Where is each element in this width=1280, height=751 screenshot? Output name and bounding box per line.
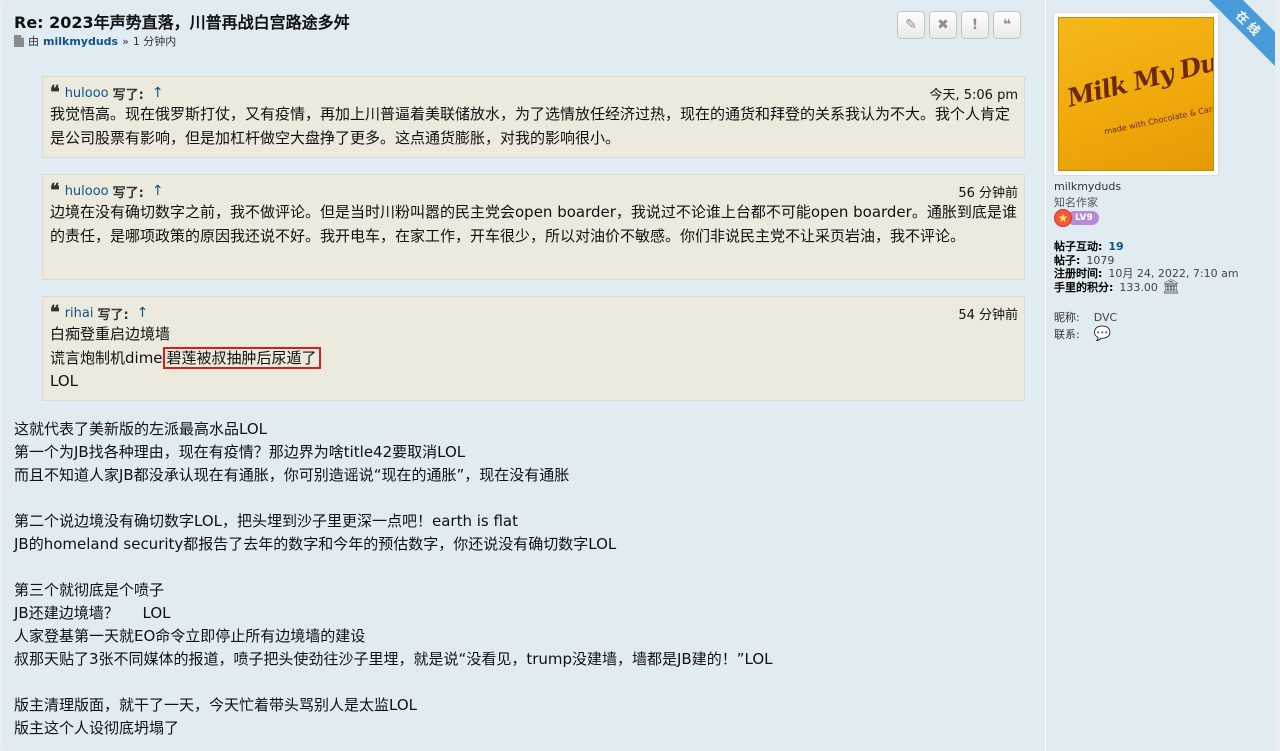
stat-label: 帖子互动: <box>1054 240 1103 253</box>
nickname-label: 昵称: <box>1054 311 1080 324</box>
quote-mark-icon: ❝ <box>50 180 60 201</box>
jump-to-post-icon[interactable]: ↑ <box>152 85 164 101</box>
stat-joined: 注册时间: 10月 24, 2022, 7:10 am <box>1054 267 1239 281</box>
content-line: JB还建边境墙？ LOL <box>14 604 171 622</box>
close-icon: ✖ <box>937 17 949 33</box>
quote-said-label: 写了: <box>112 185 144 201</box>
quote-header: ❝ hulooo 写了: ↑ 今天, 5:06 pm <box>50 83 1018 103</box>
content-line: 人家登基第一天就EO命令立即停止所有边境墙的建设 <box>14 627 366 645</box>
content-line: 这就代表了美新版的左派最高水品LOL <box>14 420 267 438</box>
pencil-icon: ✎ <box>905 17 917 33</box>
author-link[interactable]: milkmyduds <box>43 35 118 48</box>
warning-icon: ! <box>971 17 979 33</box>
quote-line-prefix: 谎言炮制机dime <box>50 348 163 367</box>
content-line: JB的homeland security都报告了去年的数字和今年的预估数字，你还… <box>14 535 617 553</box>
quote-said-label: 写了: <box>112 87 144 103</box>
content-line: 第一个为JB找各种理由，现在有疫情？那边界为啥title42要取消LOL <box>14 443 466 461</box>
stat-interactions: 帖子互动: 19 <box>1054 240 1239 254</box>
avatar[interactable]: Milk My Duds made with Chocolate & Caram… <box>1053 12 1219 176</box>
post-time: 1 分钟内 <box>132 35 177 48</box>
quote-mark-icon: ❝ <box>50 302 60 323</box>
post-body: Re: 2023年声势直落，川普再战白宫路途多舛 由 milkmyduds » … <box>2 0 1037 751</box>
jump-to-post-icon[interactable]: ↑ <box>137 305 149 321</box>
report-button[interactable]: ! <box>961 11 989 39</box>
stat-value-link[interactable]: 19 <box>1108 240 1123 254</box>
post: Re: 2023年声势直落，川普再战白宫路途多舛 由 milkmyduds » … <box>2 0 1275 751</box>
nickname-row: 昵称: DVC <box>1054 309 1117 326</box>
stat-points: 手里的积分: 133.00 🏛 <box>1054 280 1239 295</box>
stat-label: 注册时间: <box>1054 267 1103 280</box>
content-line <box>14 556 1024 579</box>
quote-user-link[interactable]: rihai <box>65 306 94 321</box>
contact-label: 联系: <box>1054 328 1080 341</box>
content-line <box>14 671 1024 694</box>
post-buttons: ✎ ✖ ! ❝ <box>897 11 1021 39</box>
content-line: 版主这个人设彻底坍塌了 <box>14 719 180 737</box>
quote-block-1: ❝ hulooo 写了: ↑ 今天, 5:06 pm 我觉悟高。现在俄罗斯打仗，… <box>42 76 1025 158</box>
by-label: 由 <box>28 35 39 48</box>
quote-text: 边境在没有确切数字之前，我不做评论。但是当时川粉叫嚣的民主党会open boar… <box>50 203 1017 245</box>
avatar-sub-text: made with Chocolate & Caramel <box>1103 100 1214 137</box>
post-profile: Milk My Duds made with Chocolate & Caram… <box>1045 0 1275 751</box>
stat-label: 手里的积分: <box>1054 280 1114 294</box>
content-line: 而且不知道人家JB都没承认现在有通胀，你可别造谣说“现在的通胀”，现在没有通胀 <box>14 466 570 484</box>
content-line: 第二个说边境没有确切数字LOL，把头埋到沙子里更深一点吧！earth is fl… <box>14 512 519 530</box>
chat-icon[interactable]: 💬 <box>1094 326 1111 343</box>
quote-time: 今天, 5:06 pm <box>929 87 1018 103</box>
document-icon <box>14 35 24 47</box>
quote-user-link[interactable]: hulooo <box>65 184 109 199</box>
avatar-brand-text: Milk My Duds <box>1064 40 1214 113</box>
stat-label: 帖子: <box>1054 253 1081 267</box>
quote-icon: ❝ <box>1002 17 1012 33</box>
bank-icon[interactable]: 🏛 <box>1162 280 1180 295</box>
jump-to-post-icon[interactable]: ↑ <box>152 183 164 199</box>
quote-block-2: ❝ hulooo 写了: ↑ 56 分钟前 边境在没有确切数字之前，我不做评论。… <box>42 174 1025 280</box>
contact-row: 联系: 💬 <box>1054 326 1117 343</box>
stat-posts: 帖子: 1079 <box>1054 254 1239 268</box>
profile-username[interactable]: milkmyduds <box>1054 180 1121 193</box>
content-line <box>14 487 1024 510</box>
quote-time: 56 分钟前 <box>958 185 1018 201</box>
delete-button[interactable]: ✖ <box>929 11 957 39</box>
separator: » <box>122 34 129 48</box>
stat-value: 1079 <box>1086 253 1115 267</box>
author-line: 由 milkmyduds » 1 分钟内 <box>14 33 176 49</box>
level-badge: ★ LV9 <box>1054 209 1099 227</box>
content-line: 第三个就彻底是个喷子 <box>14 581 165 599</box>
profile-rank: 知名作家 <box>1054 196 1098 209</box>
quote-line: LOL <box>50 372 78 390</box>
avatar-image: Milk My Duds made with Chocolate & Caram… <box>1058 17 1214 171</box>
nickname-value: DVC <box>1093 311 1118 324</box>
edit-button[interactable]: ✎ <box>897 11 925 39</box>
quote-header: ❝ rihai 写了: ↑ 54 分钟前 <box>50 303 1018 323</box>
profile-stats: 帖子互动: 19 帖子: 1079 注册时间: 10月 24, 2022, 7:… <box>1054 240 1239 294</box>
star-icon: ★ <box>1054 209 1072 227</box>
quote-header: ❝ hulooo 写了: ↑ 56 分钟前 <box>50 181 1018 201</box>
quote-time: 54 分钟前 <box>958 307 1018 323</box>
highlighted-text: 碧莲被叔抽肿后尿遁了 <box>162 346 321 369</box>
quote-text: 白痴登重启边境墙 谎言炮制机dime 碧莲被叔抽肿后尿遁了 LOL <box>50 323 1018 394</box>
content-line: 叔那天贴了3张不同媒体的报道，喷子把头使劲往沙子里埋，就是说“没看见，trump… <box>14 650 773 668</box>
quote-button[interactable]: ❝ <box>993 11 1021 39</box>
quote-line: 谎言炮制机dime 碧莲被叔抽肿后尿遁了 <box>50 346 1018 371</box>
quote-user-link[interactable]: hulooo <box>65 86 109 101</box>
quote-line: 白痴登重启边境墙 <box>50 325 171 343</box>
content-line: 版主清理版面，就干了一天，今天忙着带头骂别人是太监LOL <box>14 696 417 714</box>
quote-mark-icon: ❝ <box>50 82 60 103</box>
stat-value: 133.00 <box>1119 280 1158 294</box>
profile-contact: 昵称: DVC 联系: 💬 <box>1054 309 1117 343</box>
quote-block-3: ❝ rihai 写了: ↑ 54 分钟前 白痴登重启边境墙 谎言炮制机dime 碧… <box>42 296 1025 401</box>
quote-said-label: 写了: <box>97 307 129 323</box>
post-content: 这就代表了美新版的左派最高水品LOL 第一个为JB找各种理由，现在有疫情？那边界… <box>14 418 1024 740</box>
post-title[interactable]: Re: 2023年声势直落，川普再战白宫路途多舛 <box>14 9 350 33</box>
quote-text: 我觉悟高。现在俄罗斯打仗，又有疫情，再加上川普逼着美联储放水，为了选情放任经济过… <box>50 105 1011 147</box>
